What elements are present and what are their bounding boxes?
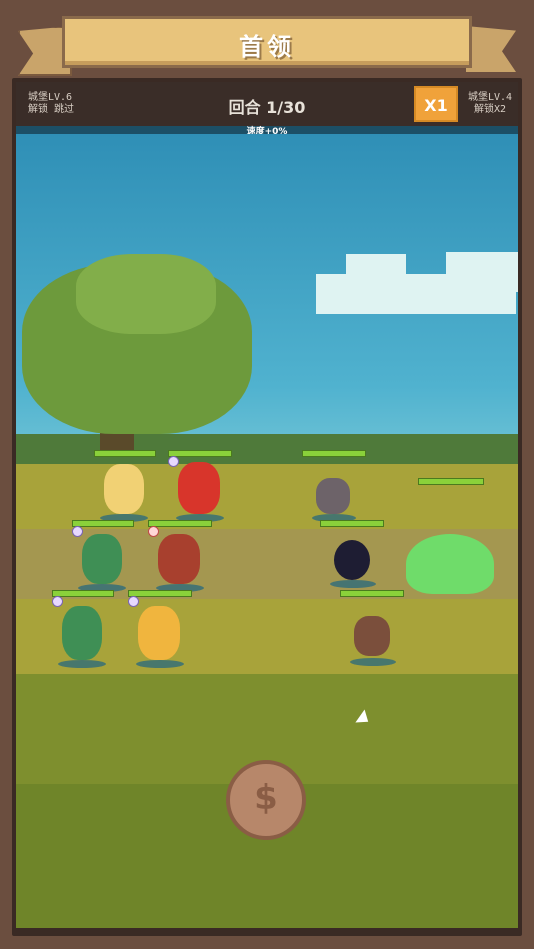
right-castle-unlock: 解锁X2 xyxy=(474,104,507,115)
cloud xyxy=(346,254,406,284)
title-banner: 首领 xyxy=(62,16,472,68)
buff-icon xyxy=(72,526,83,537)
speed-button[interactable]: X1 xyxy=(414,86,458,122)
unit-shadow xyxy=(330,580,376,588)
speed-progress-bar: 速度+0% xyxy=(16,126,518,137)
buff-icon xyxy=(168,456,179,467)
unit-shadow xyxy=(350,658,396,666)
hero-brawler[interactable] xyxy=(148,520,214,592)
buff-icon xyxy=(52,596,63,607)
right-castle-info[interactable]: 城堡LV.4 解锁X2 xyxy=(468,92,512,116)
cloud xyxy=(446,252,518,292)
hero-healer[interactable] xyxy=(94,450,156,522)
unit-shadow xyxy=(136,660,184,668)
health-bar xyxy=(340,590,404,597)
enemy-sprite xyxy=(316,478,350,514)
hero-sprite xyxy=(82,534,122,584)
health-bar xyxy=(302,450,366,457)
unit-shadow xyxy=(58,660,106,668)
info-bar: 城堡LV.6 解锁 跳过 回合 1/30 X1 城堡LV.4 解锁X2 xyxy=(16,82,518,126)
health-bar xyxy=(418,478,484,485)
health-bar xyxy=(52,590,114,597)
battle-scene[interactable]: $ xyxy=(16,134,518,928)
enemy-rat[interactable] xyxy=(302,450,366,524)
right-castle-level: 城堡LV.4 xyxy=(468,92,513,103)
enemy-cockroach[interactable] xyxy=(340,590,406,670)
health-bar xyxy=(128,590,192,597)
enemy-shadow-blob[interactable] xyxy=(320,520,386,592)
hero-sprite xyxy=(104,464,144,514)
enemy-sprite xyxy=(406,534,494,594)
hero-sprite xyxy=(138,606,180,660)
enemy-sprite xyxy=(334,540,370,580)
buff-icon xyxy=(128,596,139,607)
money-bag-icon: $ xyxy=(254,778,278,818)
hero-sprite xyxy=(178,462,220,514)
enemy-slime-boss[interactable] xyxy=(406,478,498,604)
enemy-sprite xyxy=(354,616,390,656)
hero-sprite xyxy=(158,534,200,584)
tree-crown xyxy=(76,254,216,334)
health-bar xyxy=(148,520,212,527)
hero-archer[interactable] xyxy=(52,590,114,670)
health-bar xyxy=(94,450,156,457)
health-bar xyxy=(320,520,384,527)
hero-warrior[interactable] xyxy=(168,450,232,522)
health-bar xyxy=(168,450,232,457)
hero-sprite xyxy=(62,606,102,660)
hero-farmer[interactable] xyxy=(128,590,194,670)
buff-icon xyxy=(148,526,159,537)
health-bar xyxy=(72,520,134,527)
page-title: 首领 xyxy=(239,33,295,61)
hero-mage[interactable] xyxy=(72,520,134,592)
money-bag-button[interactable]: $ xyxy=(226,760,306,840)
